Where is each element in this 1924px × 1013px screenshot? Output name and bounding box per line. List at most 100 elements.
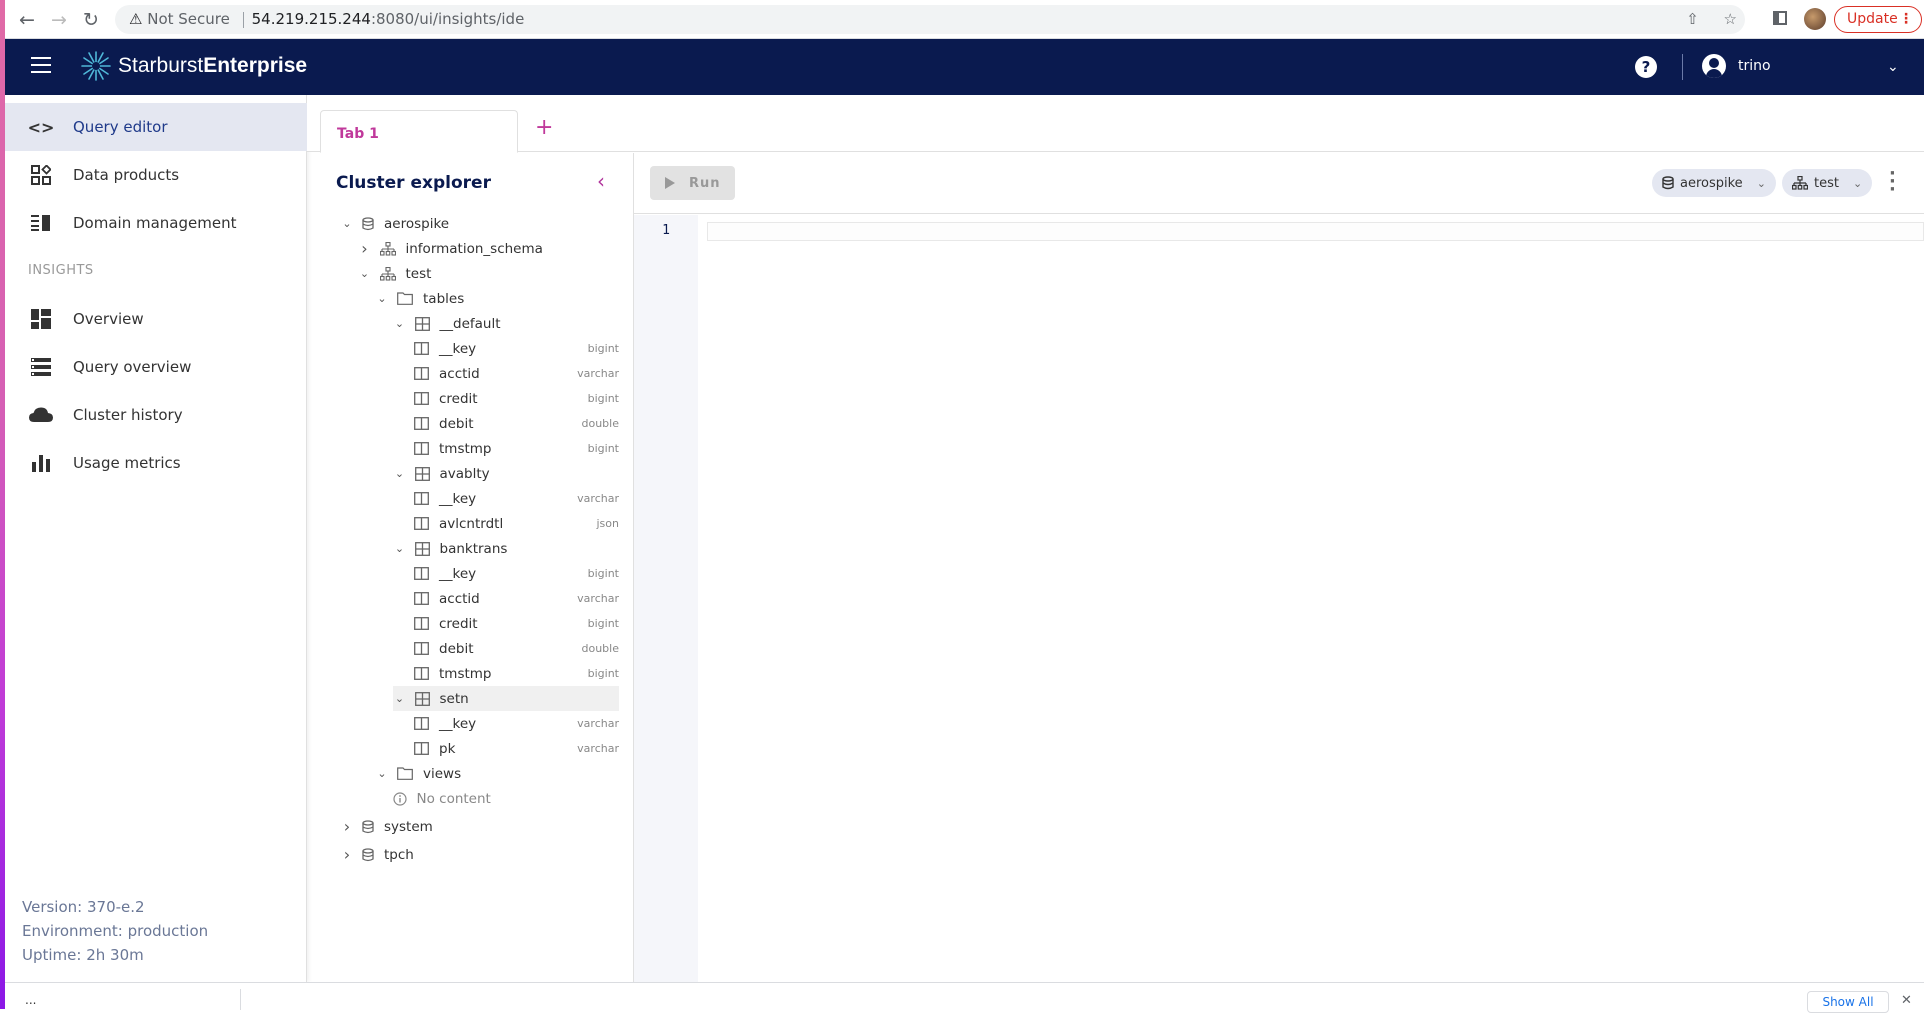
code-input[interactable] [707,222,1924,241]
tree-node-column[interactable]: __key bigint [414,561,619,586]
editor-toolbar: Run aerospike ⌄ test ⌄ · · · [634,153,1924,214]
show-all-button[interactable]: Show All [1807,991,1889,1013]
chevron-down-icon[interactable]: ⌄ [375,767,389,780]
sidebar-item-label: Data products [73,166,180,184]
column-icon [414,567,429,580]
column-icon [414,642,429,655]
account-icon [1702,54,1726,78]
tree-node-column[interactable]: __key varchar [414,711,619,736]
chevron-down-icon[interactable]: ⌄ [393,692,407,705]
sidebar-item-cluster-history[interactable]: Cluster history [5,391,307,439]
column-type: varchar [577,367,619,380]
schema-icon [1792,176,1808,190]
tree-node-table[interactable]: ⌄ __default [393,311,620,336]
chevron-down-icon[interactable]: ⌄ [340,217,354,230]
side-panel-icon[interactable] [1773,11,1787,25]
sidebar-item-label: Domain management [73,214,237,232]
chevron-down-icon[interactable]: ⌄ [393,467,407,480]
cloud-icon [29,407,53,423]
sidebar-item-overview[interactable]: Overview [5,295,307,343]
catalog-select[interactable]: aerospike ⌄ [1652,169,1776,197]
tree-node-column[interactable]: debit double [414,636,619,661]
tree-node-column[interactable]: acctid varchar [414,586,619,611]
close-icon[interactable]: ✕ [1901,993,1912,1008]
tree-node-label: acctid [439,365,480,382]
tree-node-column[interactable]: credit bigint [414,611,619,636]
tree-node-column[interactable]: __key bigint [414,336,619,361]
column-type: varchar [577,742,619,755]
column-type: bigint [587,342,619,355]
chevron-down-icon[interactable]: ⌄ [393,542,407,555]
tree-node-folder[interactable]: ⌄ views [375,761,619,786]
chevron-down-icon[interactable]: ⌄ [393,317,407,330]
add-tab-button[interactable]: + [535,115,553,140]
warning-icon: ⚠ [129,10,143,28]
column-icon [414,492,429,505]
sidebar-item-usage-metrics[interactable]: Usage metrics [5,439,307,487]
tab-1[interactable]: Tab 1 [320,110,518,153]
user-menu[interactable]: trino [1702,54,1771,78]
sidebar-item-domain-management[interactable]: Domain management [5,199,307,247]
reload-icon[interactable]: ↻ [83,9,99,31]
chevron-down-icon[interactable]: ⌄ [375,292,389,305]
tree-node-label: __key [439,340,477,357]
collapse-explorer-chevron-icon[interactable]: ‹ [597,169,605,193]
tree-node-catalog[interactable]: ⌄ aerospike [340,211,619,236]
chevron-down-icon[interactable]: ⌄ [358,267,372,280]
forward-icon[interactable]: → [51,9,67,31]
share-icon[interactable]: ⇧ [1686,10,1699,28]
table-icon [414,691,430,706]
update-button[interactable]: Update ⋮ [1834,6,1922,33]
cluster-info: Version: 370-e.2 Environment: production… [22,895,208,967]
back-icon[interactable]: ← [19,9,35,31]
sidebar-item-query-overview[interactable]: Query overview [5,343,307,391]
tree-node-schema[interactable]: ⌄ test [358,261,620,286]
tree-node-label: __key [439,715,477,732]
tree-node-column[interactable]: tmstmp bigint [414,661,619,686]
data-products-icon [29,165,53,185]
tree-node-label: pk [439,740,456,757]
tree-node-table[interactable]: ⌄ banktrans [393,536,620,561]
tree-node-table[interactable]: ⌄ avablty [393,461,620,486]
download-item[interactable]: ... [25,993,36,1007]
tree-node-column[interactable]: pk varchar [414,736,619,761]
chevron-down-icon: ⌄ [1756,176,1766,190]
bookmark-star-icon[interactable]: ☆ [1724,10,1737,28]
tree-node-label: tables [423,290,465,307]
menu-icon[interactable] [31,57,51,73]
tree-node-schema[interactable]: › information_schema [358,236,620,261]
chevron-right-icon[interactable]: › [340,845,354,864]
column-type: json [596,517,620,530]
table-icon [414,316,430,331]
run-button[interactable]: Run [650,166,735,200]
column-type: varchar [577,717,619,730]
starburst-logo: Starburst Enterprise [80,50,307,82]
tree-node-column[interactable]: acctid varchar [414,361,619,386]
tree-node-column[interactable]: credit bigint [414,386,619,411]
more-vert-icon: ⋮ [1899,11,1913,27]
brand-name: Starburst [118,54,204,77]
more-options-icon[interactable]: · · · [1889,165,1896,199]
profile-avatar[interactable] [1804,8,1826,30]
tree-node-column[interactable]: debit double [414,411,619,436]
tree-node-label: avlcntrdtl [439,515,504,532]
chevron-right-icon[interactable]: › [358,239,372,258]
chevron-down-icon[interactable]: ⌄ [1887,59,1899,75]
tree-node-column[interactable]: __key varchar [414,486,619,511]
column-type: varchar [577,492,619,505]
tree-node-column[interactable]: tmstmp bigint [414,436,619,461]
tree-node-label: setn [439,690,469,707]
chevron-right-icon[interactable]: › [340,817,354,836]
table-icon [414,466,430,481]
help-icon[interactable]: ? [1635,56,1657,78]
tree-node-table[interactable]: ⌄ setn [392,686,619,711]
sidebar-item-query-editor[interactable]: <> Query editor [5,103,307,151]
tree-node-catalog[interactable]: › system [340,814,619,839]
address-bar[interactable]: ⚠ Not Secure 54.219.215.244:8080/ui/insi… [115,5,1745,34]
tree-node-catalog[interactable]: › tpch [340,842,619,867]
schema-select[interactable]: test ⌄ [1782,169,1873,197]
tree-node-column[interactable]: avlcntrdtl json [414,511,619,536]
tree-node-folder[interactable]: ⌄ tables [375,286,619,311]
sidebar-item-data-products[interactable]: Data products [5,151,307,199]
url-separator [242,11,244,28]
